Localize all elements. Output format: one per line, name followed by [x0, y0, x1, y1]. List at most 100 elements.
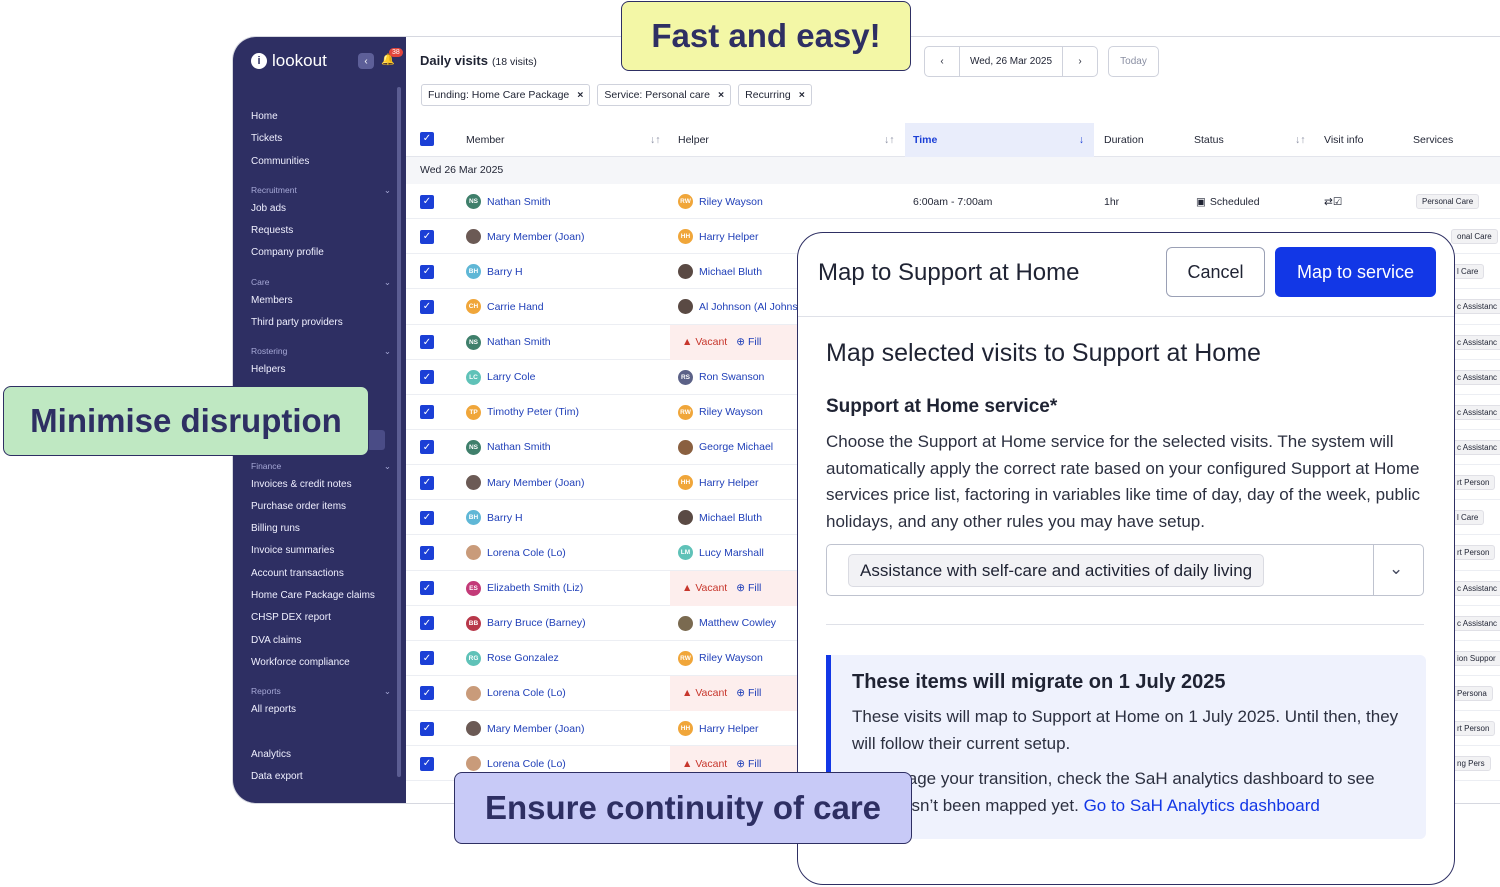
col-helper[interactable]: Helper [678, 123, 709, 157]
row-checkbox[interactable]: ✓ [420, 219, 434, 254]
fill-button[interactable]: ⊕ Fill [736, 336, 761, 348]
helper-name[interactable]: Harry Helper [699, 231, 759, 243]
helper-name[interactable]: Matthew Cowley [699, 617, 776, 629]
helper-name[interactable]: Michael Bluth [699, 512, 762, 524]
sah-analytics-link[interactable]: Go to SaH Analytics dashboard [1084, 796, 1320, 815]
sidebar-item[interactable]: Helpers [251, 359, 391, 381]
sidebar-item[interactable]: Workforce compliance [251, 652, 391, 674]
member-cell[interactable]: NS Nathan Smith [466, 430, 551, 465]
helper-name[interactable]: Riley Wayson [699, 406, 763, 418]
sidebar-item[interactable]: CHSP DEX report [251, 607, 391, 629]
close-icon[interactable]: × [799, 89, 805, 101]
member-name[interactable]: Lorena Cole (Lo) [487, 547, 566, 559]
helper-name[interactable]: Michael Bluth [699, 266, 762, 278]
sidebar-item[interactable]: Billing runs [251, 518, 391, 540]
sidebar-item[interactable]: Invoices & credit notes [251, 474, 391, 496]
col-duration[interactable]: Duration [1104, 123, 1144, 157]
filter-chip[interactable]: Recurring × [738, 84, 812, 106]
filter-chip[interactable]: Service: Personal care × [597, 84, 732, 106]
col-services[interactable]: Services [1413, 123, 1453, 157]
helper-cell[interactable]: RW Riley Wayson [678, 395, 763, 430]
member-cell[interactable]: BH Barry H [466, 254, 523, 289]
fill-button[interactable]: ⊕ Fill [736, 582, 761, 594]
member-name[interactable]: Rose Gonzalez [487, 652, 559, 664]
helper-name[interactable]: Harry Helper [699, 723, 759, 735]
selected-service-pill[interactable]: Assistance with self-care and activities… [848, 554, 1265, 587]
col-visit-info[interactable]: Visit info [1324, 123, 1364, 157]
member-name[interactable]: Barry H [487, 512, 523, 524]
sidebar-item[interactable]: Members [251, 290, 391, 312]
helper-cell[interactable]: Matthew Cowley [678, 606, 776, 641]
row-checkbox[interactable]: ✓ [420, 360, 434, 395]
sidebar-item[interactable]: Tickets [251, 128, 391, 150]
helper-cell[interactable]: LM Lucy Marshall [678, 535, 764, 570]
row-checkbox[interactable]: ✓ [420, 641, 434, 676]
next-day-button[interactable]: › [1063, 47, 1097, 76]
helper-name[interactable]: Riley Wayson [699, 652, 763, 664]
sidebar-item[interactable]: Analytics [251, 744, 391, 766]
member-cell[interactable]: Lorena Cole (Lo) [466, 535, 566, 570]
member-name[interactable]: Barry Bruce (Barney) [487, 617, 586, 629]
member-name[interactable]: Larry Cole [487, 371, 535, 383]
sidebar-item[interactable]: Company profile [251, 242, 391, 264]
member-name[interactable]: Lorena Cole (Lo) [487, 758, 566, 770]
row-checkbox[interactable]: ✓ [420, 325, 434, 360]
helper-name[interactable]: Ron Swanson [699, 371, 764, 383]
sidebar-item[interactable]: Third party providers [251, 312, 391, 334]
row-checkbox[interactable]: ✓ [420, 606, 434, 641]
helper-cell[interactable]: HH Harry Helper [678, 711, 759, 746]
helper-name[interactable]: Lucy Marshall [699, 547, 764, 559]
member-cell[interactable]: ES Elizabeth Smith (Liz) [466, 571, 583, 606]
sidebar-item[interactable]: Purchase order items [251, 496, 391, 518]
sidebar-item[interactable]: Home Care Package claims [251, 585, 391, 607]
row-checkbox[interactable]: ✓ [420, 711, 434, 746]
sidebar-item[interactable]: Invoice summaries [251, 540, 391, 562]
col-member[interactable]: Member [466, 123, 505, 157]
member-name[interactable]: Nathan Smith [487, 336, 551, 348]
sidebar-item[interactable]: DVA claims [251, 630, 391, 652]
col-status[interactable]: Status [1194, 123, 1224, 157]
helper-cell[interactable]: Michael Bluth [678, 254, 762, 289]
fill-button[interactable]: ⊕ Fill [736, 758, 761, 770]
prev-day-button[interactable]: ‹ [925, 47, 959, 76]
sidebar-item[interactable]: Job ads [251, 198, 391, 220]
member-cell[interactable]: Mary Member (Joan) [466, 465, 584, 500]
member-name[interactable]: Mary Member (Joan) [487, 477, 584, 489]
helper-cell[interactable]: George Michael [678, 430, 773, 465]
collapse-sidebar-icon[interactable]: ‹ [358, 53, 374, 69]
row-checkbox[interactable]: ✓ [420, 395, 434, 430]
member-name[interactable]: Elizabeth Smith (Liz) [487, 582, 583, 594]
helper-cell[interactable]: Al Johnson (Al Johns [678, 289, 798, 324]
row-checkbox[interactable]: ✓ [420, 571, 434, 606]
nav-group-2[interactable]: Care ⌄ [251, 277, 391, 288]
helper-name[interactable]: Riley Wayson [699, 196, 763, 208]
helper-name[interactable]: Al Johnson (Al Johns [699, 301, 798, 313]
sidebar-item[interactable]: Communities [251, 151, 391, 173]
map-to-service-button[interactable]: Map to service [1275, 247, 1436, 297]
member-name[interactable]: Mary Member (Joan) [487, 231, 584, 243]
helper-cell[interactable]: HH Harry Helper [678, 465, 759, 500]
helper-cell[interactable]: RW Riley Wayson [678, 641, 763, 676]
member-name[interactable]: Mary Member (Joan) [487, 723, 584, 735]
sidebar-item[interactable]: Data export [251, 766, 391, 788]
sidebar-item[interactable] [251, 722, 391, 744]
fill-button[interactable]: ⊕ Fill [736, 687, 761, 699]
sidebar-item[interactable]: Account transactions [251, 563, 391, 585]
sidebar-item[interactable]: All reports [251, 699, 391, 721]
member-cell[interactable]: Mary Member (Joan) [466, 219, 584, 254]
sidebar-scrollbar[interactable] [397, 87, 401, 777]
row-checkbox[interactable]: ✓ [420, 465, 434, 500]
nav-group-3[interactable]: Rostering ⌄ [251, 346, 391, 357]
member-cell[interactable]: BH Barry H [466, 500, 523, 535]
table-row[interactable]: ✓ NS Nathan Smith RW Riley Wayson 6:00am - 7:… [406, 184, 1500, 220]
helper-name[interactable]: George Michael [699, 441, 773, 453]
member-name[interactable]: Lorena Cole (Lo) [487, 687, 566, 699]
member-name[interactable]: Timothy Peter (Tim) [487, 406, 579, 418]
member-name[interactable]: Carrie Hand [487, 301, 544, 313]
member-name[interactable]: Nathan Smith [487, 441, 551, 453]
col-time[interactable]: Time ↓ [905, 123, 1094, 157]
service-select[interactable]: Assistance with self-care and activities… [826, 544, 1424, 596]
sort-status-icon[interactable]: ↓↑ [1295, 123, 1306, 157]
member-name[interactable]: Barry H [487, 266, 523, 278]
row-checkbox[interactable]: ✓ [420, 535, 434, 570]
